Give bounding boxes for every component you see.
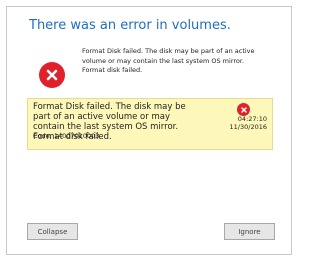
summary-message: Format Disk failed. The disk may be part… [82, 47, 255, 65]
error-date: 11/30/2016 [229, 122, 267, 131]
error-x-icon [39, 62, 65, 88]
ignore-button[interactable]: Ignore [224, 223, 275, 240]
error-summary: Format Disk failed. The disk may be part… [82, 47, 272, 76]
dialog-title: There was an error in volumes. [29, 18, 231, 33]
error-detail-panel: Format Disk failed. The disk may be part… [27, 98, 273, 150]
collapse-button[interactable]: Collapse [27, 223, 78, 240]
summary-secondary: Format disk failed. [82, 66, 143, 74]
detail-message: Format Disk failed. The disk may be part… [33, 102, 186, 132]
error-code: Code: 14007010003 [33, 132, 100, 140]
error-timestamp: 04:27:10 11/30/2016 [229, 115, 267, 131]
error-dialog: There was an error in volumes. Format Di… [6, 6, 292, 255]
